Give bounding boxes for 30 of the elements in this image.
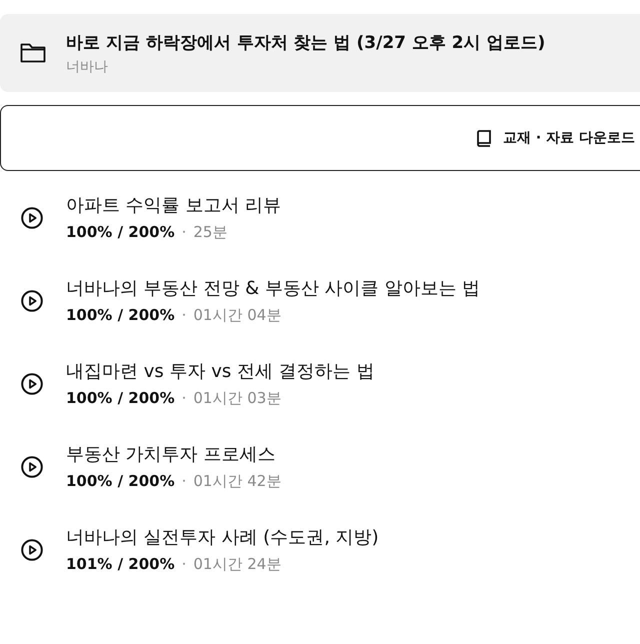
lesson-title[interactable]: 내집마련 vs 투자 vs 전세 결정하는 법 <box>66 359 374 383</box>
book-icon <box>477 130 492 146</box>
play-icon[interactable] <box>21 456 43 478</box>
lesson-title[interactable]: 부동산 가치투자 프로세스 <box>66 442 282 466</box>
duration-text: 01시간 04분 <box>193 306 282 325</box>
lesson-title[interactable]: 아파트 수익률 보고서 리뷰 <box>66 193 282 217</box>
separator-dot: · <box>182 306 186 324</box>
separator-dot: · <box>182 555 186 573</box>
play-icon[interactable] <box>21 538 43 560</box>
separator-dot: · <box>182 472 186 490</box>
duration-text: 01시간 24분 <box>193 555 282 574</box>
progress-text: 100% / 200% <box>66 389 175 407</box>
play-icon[interactable] <box>21 290 43 312</box>
progress-text: 101% / 200% <box>66 555 175 573</box>
progress-text: 100% / 200% <box>66 223 175 241</box>
download-button[interactable]: 교재 · 자료 다운로드 <box>0 105 640 171</box>
folder-icon <box>20 42 46 64</box>
instructor-name: 너바나 <box>66 58 109 76</box>
lesson-title[interactable]: 너바나의 부동산 전망 & 부동산 사이클 알아보는 법 <box>66 276 480 300</box>
duration-text: 25분 <box>193 223 228 242</box>
progress-text: 100% / 200% <box>66 472 175 490</box>
play-icon[interactable] <box>21 372 43 394</box>
lesson-title[interactable]: 너바나의 실전투자 사례 (수도권, 지방) <box>66 525 379 549</box>
separator-dot: · <box>182 389 186 407</box>
course-title: 바로 지금 하락장에서 투자처 찾는 법 (3/27 오후 2시 업로드) <box>66 32 546 54</box>
play-icon[interactable] <box>21 206 43 228</box>
duration-text: 01시간 03분 <box>193 389 282 408</box>
separator-dot: · <box>182 223 186 241</box>
progress-text: 100% / 200% <box>66 306 175 324</box>
duration-text: 01시간 42분 <box>193 472 282 491</box>
